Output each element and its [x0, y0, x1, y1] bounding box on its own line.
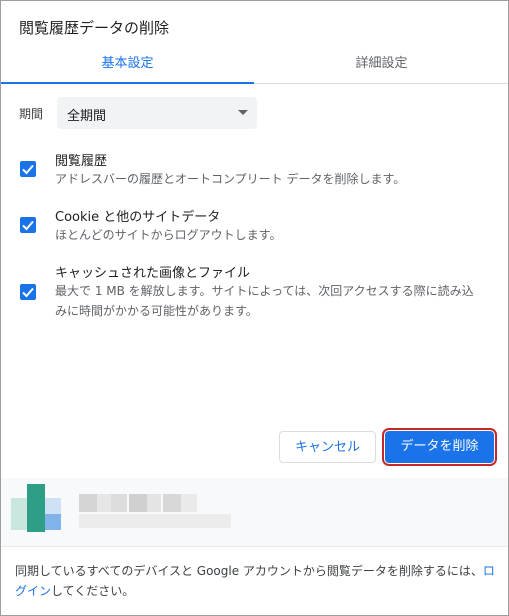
delete-data-button[interactable]: データを削除	[382, 428, 497, 466]
dialog-title: 閲覧履歴データの削除	[19, 19, 170, 37]
item-desc-cookies: ほとんどのサイトからログアウトします。	[55, 228, 282, 242]
redacted-text	[79, 494, 97, 512]
check-icon	[22, 220, 34, 231]
footer-divider	[1, 546, 508, 547]
tab-advanced[interactable]: 詳細設定	[255, 45, 508, 83]
chevron-down-icon	[238, 110, 248, 115]
item-title-browsing-history: 閲覧履歴	[55, 154, 108, 169]
clear-browsing-data-dialog: 閲覧履歴データの削除 基本設定 詳細設定 期間 全期間 閲覧履歴 アドレスバーの…	[0, 0, 509, 616]
redacted-text	[79, 514, 231, 528]
avatar-block	[45, 498, 61, 514]
active-tab-indicator	[1, 82, 254, 84]
redacted-text	[129, 494, 147, 512]
redacted-text	[111, 494, 127, 512]
cancel-button[interactable]: キャンセル	[279, 431, 376, 463]
avatar	[11, 498, 27, 530]
period-label: 期間	[19, 107, 44, 121]
footer-text: 同期しているすべてのデバイスと Google アカウントから閲覧データを削除する…	[15, 564, 483, 578]
item-title-cache: キャッシュされた画像とファイル	[55, 266, 251, 281]
redacted-text	[181, 494, 197, 512]
avatar-block	[27, 484, 45, 532]
avatar-block	[45, 514, 61, 530]
check-icon	[22, 164, 34, 175]
checkbox-cookies[interactable]	[20, 217, 36, 233]
account-info-blurred	[1, 478, 508, 546]
item-desc-cache: 最大で 1 MB を解放します。サイトによっては、次回アクセスする際に読み込みに…	[55, 284, 474, 318]
item-title-cookies: Cookie と他のサイトデータ	[55, 210, 221, 225]
footer-text-after: してください。	[51, 584, 135, 598]
redacted-text	[97, 494, 111, 512]
sync-footer: 同期しているすべてのデバイスと Google アカウントから閲覧データを削除する…	[15, 561, 499, 601]
redacted-text	[163, 494, 181, 512]
tab-advanced-label: 詳細設定	[355, 56, 408, 71]
item-desc-browsing-history: アドレスバーの履歴とオートコンプリート データを削除します。	[55, 172, 406, 186]
checkbox-browsing-history[interactable]	[20, 161, 36, 177]
tab-bar: 基本設定 詳細設定	[1, 45, 508, 84]
check-icon	[22, 287, 34, 298]
period-select[interactable]: 全期間	[57, 97, 257, 129]
tab-basic[interactable]: 基本設定	[1, 45, 254, 84]
tab-basic-label: 基本設定	[101, 56, 154, 71]
redacted-text	[147, 494, 161, 512]
checkbox-cache[interactable]	[20, 284, 36, 300]
period-select-value: 全期間	[67, 109, 107, 124]
